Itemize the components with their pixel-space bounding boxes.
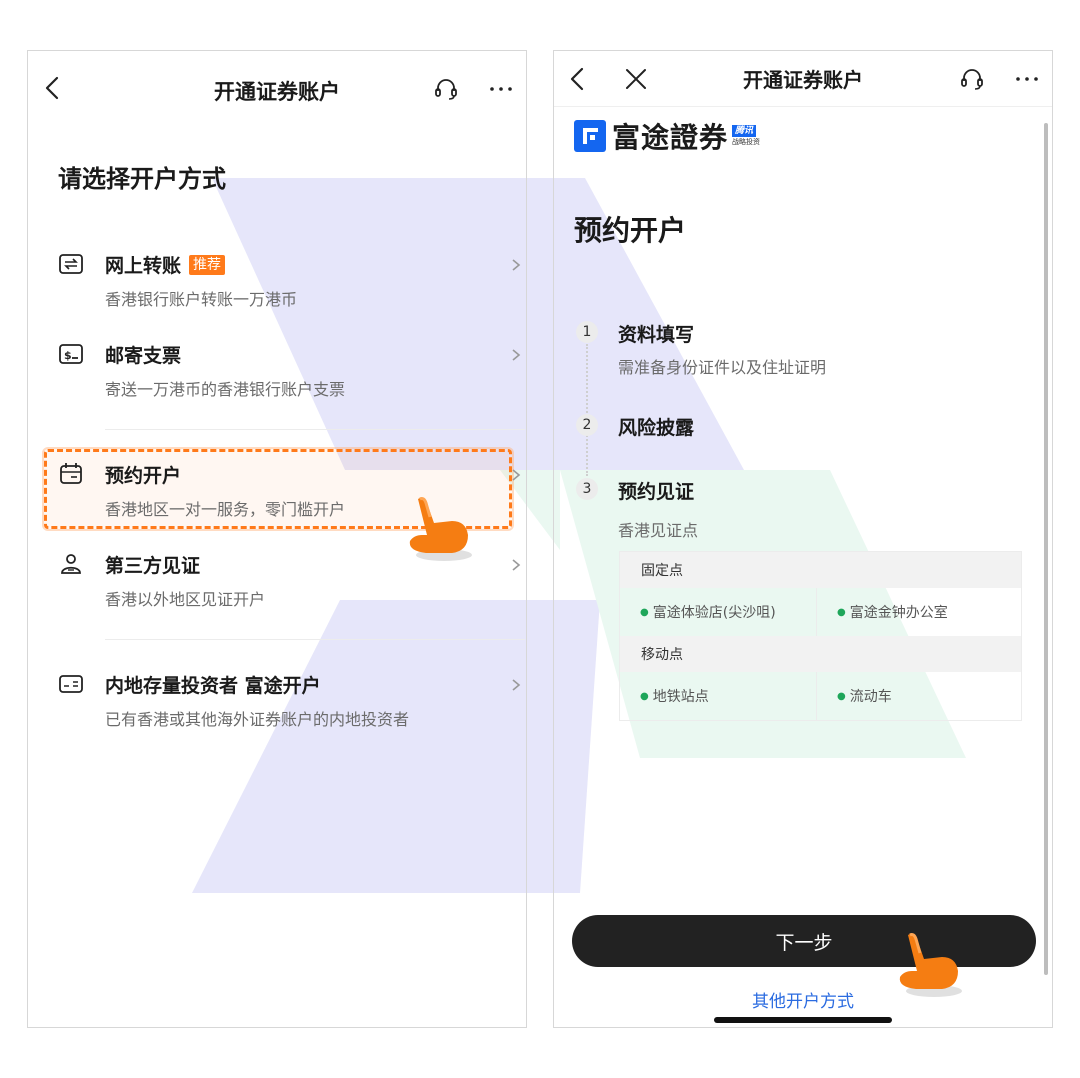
option-title: 网上转账 推荐 bbox=[105, 251, 226, 278]
calendar-icon bbox=[58, 461, 84, 487]
bullet-dot-icon: ● bbox=[640, 606, 649, 618]
recommend-badge: 推荐 bbox=[189, 254, 226, 275]
divider bbox=[105, 429, 525, 430]
fixed-points-header: 固定点 bbox=[620, 552, 1021, 588]
mobile-points-header: 移动点 bbox=[620, 636, 1021, 672]
page-heading: 预约开户 bbox=[574, 214, 687, 247]
brand-logo: 富途證券 腾讯 战略投资 bbox=[574, 119, 760, 154]
divider bbox=[105, 639, 525, 640]
badge-top: 腾讯 bbox=[732, 125, 757, 137]
mobile-point-item: ● 地铁站点 bbox=[620, 672, 816, 720]
witness-points-table: 固定点 ● 富途体验店(尖沙咀) ● 富途金钟办公室 移动点 ● 地铁站点 ● 流动车 bbox=[619, 551, 1022, 721]
chevron-right-icon bbox=[510, 677, 522, 691]
step-number: 2 bbox=[576, 414, 598, 436]
back-icon[interactable] bbox=[564, 65, 592, 93]
home-indicator bbox=[714, 1017, 892, 1023]
headset-icon[interactable] bbox=[432, 75, 460, 103]
pointer-hand-icon bbox=[400, 491, 480, 571]
left-nav-bar: 开通证券账户 bbox=[28, 61, 526, 121]
mobile-point-item: ● 流动车 bbox=[817, 672, 1023, 720]
step-title: 风险披露 bbox=[618, 417, 695, 439]
option-mainland-investor[interactable]: 内地存量投资者 富途开户 已有香港或其他海外证券账户的内地投资者 bbox=[48, 671, 521, 751]
option-title-text: 网上转账 bbox=[105, 255, 182, 277]
option-title: 邮寄支票 bbox=[105, 345, 182, 367]
close-icon[interactable] bbox=[622, 65, 650, 93]
svg-text:$: $ bbox=[64, 349, 72, 362]
fixed-point-item: ● 富途金钟办公室 bbox=[817, 588, 1023, 636]
step-number: 3 bbox=[576, 478, 598, 500]
headset-icon[interactable] bbox=[958, 65, 986, 93]
bullet-dot-icon: ● bbox=[640, 690, 649, 702]
option-subtitle: 香港地区一对一服务，零门槛开户 bbox=[105, 500, 346, 519]
badge-bottom: 战略投资 bbox=[732, 138, 761, 146]
transfer-icon bbox=[58, 251, 84, 277]
step-connector bbox=[586, 344, 588, 476]
chevron-right-icon bbox=[510, 257, 522, 271]
fixed-point-text: 富途体验店(尖沙咀) bbox=[652, 605, 776, 621]
bullet-dot-icon: ● bbox=[837, 690, 846, 702]
mobile-point-text: 地铁站点 bbox=[652, 689, 709, 705]
option-subtitle: 香港银行账户转账一万港币 bbox=[105, 290, 298, 309]
option-subtitle: 已有香港或其他海外证券账户的内地投资者 bbox=[105, 710, 410, 729]
option-mail-cheque[interactable]: $ 邮寄支票 寄送一万港币的香港银行账户支票 bbox=[48, 341, 521, 421]
more-icon[interactable] bbox=[1012, 65, 1042, 93]
option-title: 内地存量投资者 富途开户 bbox=[105, 675, 321, 697]
step-number: 1 bbox=[576, 321, 598, 343]
futu-logo-icon bbox=[574, 120, 606, 152]
left-phone-screen: 开通证券账户 请选择开户方式 网上转账 推荐 香港银行账户转账一万港币 $ 邮寄… bbox=[27, 50, 527, 1028]
cheque-icon: $ bbox=[58, 341, 84, 367]
option-title: 预约开户 bbox=[105, 465, 182, 487]
other-methods-link[interactable]: 其他开户方式 bbox=[554, 987, 1052, 1012]
step-title: 预约见证 bbox=[618, 481, 695, 503]
chevron-right-icon bbox=[510, 467, 522, 481]
option-online-transfer[interactable]: 网上转账 推荐 香港银行账户转账一万港币 bbox=[48, 251, 521, 331]
right-phone-screen: 开通证券账户 富途證券 腾讯 战略投资 预约开户 1 资料填写 需准备身份证件以… bbox=[553, 50, 1053, 1028]
step-subtitle: 需准备身份证件以及住址证明 bbox=[618, 358, 827, 377]
scrollbar[interactable] bbox=[1044, 123, 1048, 975]
step-title: 资料填写 bbox=[618, 324, 695, 346]
pointer-hand-icon bbox=[890, 927, 970, 1007]
back-icon[interactable] bbox=[38, 73, 68, 103]
fixed-point-text: 富途金钟办公室 bbox=[849, 605, 948, 621]
section-title: 请选择开户方式 bbox=[58, 165, 226, 193]
brand-name: 富途證券 bbox=[612, 121, 729, 154]
bullet-dot-icon: ● bbox=[837, 606, 846, 618]
option-subtitle: 寄送一万港币的香港银行账户支票 bbox=[105, 380, 346, 399]
chevron-right-icon bbox=[510, 347, 522, 361]
id-card-icon bbox=[58, 671, 84, 697]
chevron-right-icon bbox=[510, 557, 522, 571]
option-title: 第三方见证 bbox=[105, 555, 201, 577]
mobile-point-text: 流动车 bbox=[849, 689, 892, 705]
step-subtitle: 香港见证点 bbox=[618, 521, 699, 540]
fixed-point-item: ● 富途体验店(尖沙咀) bbox=[620, 588, 816, 636]
more-icon[interactable] bbox=[486, 75, 516, 103]
option-subtitle: 香港以外地区见证开户 bbox=[105, 590, 266, 609]
person-icon bbox=[58, 551, 84, 577]
tencent-badge: 腾讯 战略投资 bbox=[732, 125, 760, 147]
right-nav-bar: 开通证券账户 bbox=[554, 51, 1052, 107]
